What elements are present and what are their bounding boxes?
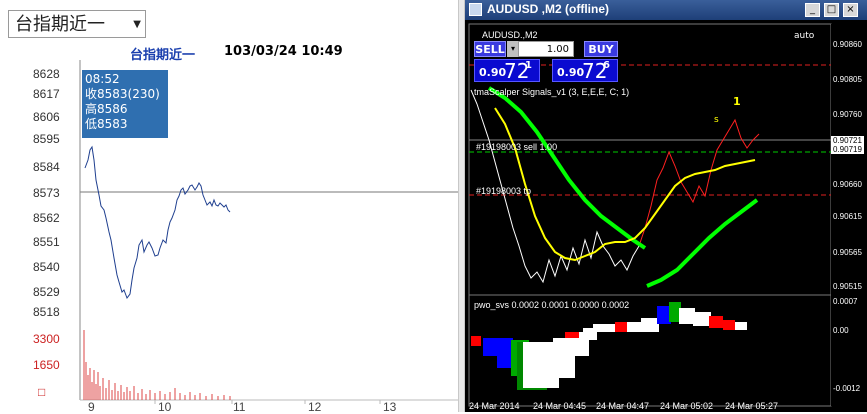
mt4-chart-window: AUDUSD ,M2 (offline) _ □ × AUDUSD.,M2 au… — [465, 0, 867, 412]
price-chart[interactable] — [0, 0, 458, 412]
signal-1-label: 1 — [733, 95, 741, 108]
buy-button[interactable]: BUY — [584, 41, 618, 57]
price-box-ask: 0.90721 — [831, 136, 864, 145]
price-line — [84, 145, 231, 300]
price-tick: 0.90805 — [833, 75, 862, 84]
maximize-button[interactable]: □ — [824, 3, 839, 17]
buy-quote-sup: 6 — [603, 60, 610, 71]
tooltip-low: 低8583 — [85, 117, 128, 131]
close-button[interactable]: × — [843, 3, 858, 17]
pane-splitter[interactable] — [458, 0, 465, 412]
price-tick: 0.90515 — [833, 282, 862, 291]
sub-tick: -0.0012 — [833, 384, 861, 393]
tooltip-high: 高8586 — [85, 102, 128, 116]
price-tick: 0.90760 — [833, 110, 862, 119]
signal-s-label: s — [714, 115, 719, 125]
tooltip-time: 08:52 — [85, 72, 120, 86]
time-tick: 24 Mar 05:27 — [725, 401, 779, 411]
price-tick: 0.90660 — [833, 180, 862, 189]
buy-quote-prefix: 0.90 — [557, 66, 585, 79]
time-tick: 24 Mar 04:45 — [533, 401, 587, 411]
buy-quote[interactable]: 0.90 72 6 — [552, 59, 618, 83]
price-tick: 0.90565 — [833, 248, 862, 257]
price-tick: 0.90615 — [833, 212, 862, 221]
window-titlebar[interactable]: AUDUSD ,M2 (offline) _ □ × — [465, 0, 867, 20]
sub-indicator-label: pwo_svs 0.0002 0.0001 0.0000 0.0002 — [474, 300, 630, 310]
order-sell-label: #19198003 sell 1.00 — [476, 142, 558, 152]
time-tick: 24 Mar 05:02 — [660, 401, 714, 411]
sell-quote-prefix: 0.90 — [479, 66, 507, 79]
price-tick: 0.90860 — [833, 40, 862, 49]
one-click-trading-panel: SELL ▾ 1.00 BUY 0.90 72 1 0.90 72 6 — [474, 40, 618, 83]
lot-size-input[interactable]: 1.00 — [518, 41, 574, 57]
auto-scroll-label[interactable]: auto — [794, 31, 814, 41]
chart-window-icon — [469, 3, 482, 16]
order-tp-label: #19198003 tp — [476, 186, 532, 196]
sell-quote[interactable]: 0.90 72 1 — [474, 59, 540, 83]
time-tick: 24 Mar 2014 — [469, 401, 520, 411]
time-tick: 24 Mar 04:47 — [596, 401, 650, 411]
histogram — [471, 302, 747, 390]
tooltip-close: 收8583(230) — [85, 87, 160, 101]
left-quote-panel: 台指期近一 ▼ 台指期近一 103/03/24 10:49 8628 8617 … — [0, 0, 458, 414]
lower-band — [646, 198, 759, 288]
indicator-label: tmaScalper Signals_v1 (3, E,E,E, C; 1) — [474, 87, 630, 97]
price-tooltip: 08:52 收8583(230) 高8586 低8583 — [82, 70, 168, 138]
minimize-button[interactable]: _ — [805, 3, 820, 17]
sub-tick: 0.00 — [833, 326, 849, 335]
sell-button[interactable]: SELL — [474, 41, 506, 57]
bull-candles — [638, 118, 760, 247]
price-box-bid: 0.90719 — [831, 145, 864, 154]
sub-tick: 0.0007 — [833, 297, 858, 306]
volume-bars — [83, 330, 231, 400]
chart-symbol-label: AUDUSD.,M2 — [482, 30, 538, 40]
window-title: AUDUSD ,M2 (offline) — [487, 2, 609, 16]
sell-quote-sup: 1 — [525, 60, 532, 71]
